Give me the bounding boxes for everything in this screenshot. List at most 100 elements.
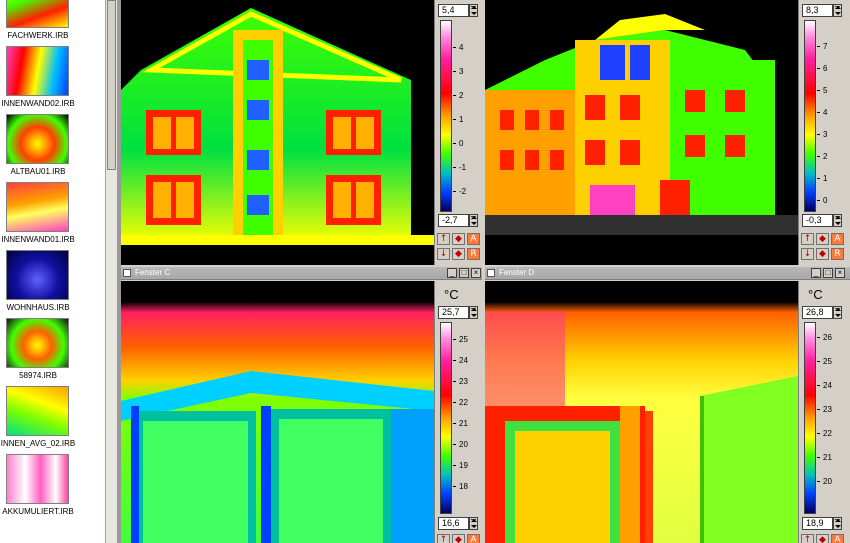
scale-max-spinner-b[interactable] <box>833 4 842 17</box>
swap-icon[interactable]: ◆ <box>452 534 465 543</box>
close-button[interactable]: × <box>835 268 845 278</box>
scale-min-spinner-b[interactable] <box>833 214 842 227</box>
window-d: Fenster D _ □ × °C 26,8 26 25 24 23 22 2… <box>485 267 850 543</box>
thumbnail-scrollbar[interactable] <box>105 0 117 543</box>
scale-tick: 22 <box>453 398 479 408</box>
maximize-button[interactable]: □ <box>459 268 469 278</box>
scale-tick: 22 <box>817 429 843 439</box>
color-scale-bar-d <box>804 322 816 514</box>
thumbnail-innenwand01[interactable]: INNENWAND01.IRB <box>0 182 105 250</box>
thumbnail-innen-avg-02[interactable]: INNEN_AVG_02.IRB <box>0 386 105 454</box>
scale-ticks-d: 26 25 24 23 22 21 20 <box>817 322 843 514</box>
scale-max-c[interactable]: 25,7 <box>438 306 469 319</box>
scale-tick: 25 <box>453 335 479 345</box>
auto-scale-button[interactable]: A <box>467 534 480 543</box>
arrow-down-icon[interactable]: ↓ <box>437 248 450 260</box>
auto-scale-button[interactable]: A <box>831 534 844 543</box>
scale-min-spinner-c[interactable] <box>469 517 478 530</box>
scale-min-d[interactable]: 18,9 <box>802 517 833 530</box>
scale-max-d[interactable]: 26,8 <box>802 306 833 319</box>
scale-tick: 3 <box>453 67 479 77</box>
arrow-up-icon[interactable]: ↑ <box>437 233 450 245</box>
scale-min-b[interactable]: -0,3 <box>802 214 833 227</box>
scale-min-a[interactable]: -2,7 <box>438 214 469 227</box>
swap-icon[interactable]: ◆ <box>452 248 465 260</box>
scale-tick: -2 <box>453 187 479 197</box>
window-a: 5,4 4 3 2 1 0 -1 -2 -2,7 ↑ ◆ A ↓ ◆ R <box>121 0 482 265</box>
scale-tick: 21 <box>817 453 843 463</box>
thumbnail-image <box>6 386 69 436</box>
scale-max-spinner-a[interactable] <box>469 4 478 17</box>
reset-scale-button[interactable]: R <box>831 248 844 260</box>
thumbnail-image <box>6 182 69 232</box>
scale-max-a[interactable]: 5,4 <box>438 4 469 17</box>
window-c-titlebar[interactable]: Fenster C _ □ × <box>121 267 482 280</box>
scale-tick: 23 <box>453 377 479 387</box>
thermography-app: FACHWERK.IRB INNENWAND02.IRB ALTBAU01.IR… <box>0 0 850 543</box>
scale-tick: 7 <box>817 42 843 52</box>
swap-icon[interactable]: ◆ <box>452 233 465 245</box>
window-c-title: Fenster C <box>135 268 171 277</box>
arrow-up-icon[interactable]: ↑ <box>801 233 814 245</box>
scale-toolbar-c: ↑ ◆ A <box>437 534 481 543</box>
scale-tick: 1 <box>453 115 479 125</box>
scale-min-spinner-a[interactable] <box>469 214 478 227</box>
window-icon <box>487 269 495 277</box>
window-d-titlebar[interactable]: Fenster D _ □ × <box>485 267 850 280</box>
color-scale-bar-c <box>440 322 452 514</box>
swap-icon[interactable]: ◆ <box>816 534 829 543</box>
scale-tick: 1 <box>817 174 843 184</box>
thumbnail-altbau01[interactable]: ALTBAU01.IRB <box>0 114 105 182</box>
close-button[interactable]: × <box>471 268 481 278</box>
unit-label-c: °C <box>444 287 459 302</box>
scale-tick: 20 <box>453 440 479 450</box>
swap-icon[interactable]: ◆ <box>816 248 829 260</box>
window-b: 8,3 7 6 5 4 3 2 1 0 -0,3 ↑ ◆ A ↓ ◆ R <box>485 0 850 265</box>
thumbnail-fachwerk[interactable]: FACHWERK.IRB <box>0 0 105 46</box>
thermal-image-c <box>121 281 434 543</box>
thumbnail-innenwand02[interactable]: INNENWAND02.IRB <box>0 46 105 114</box>
thumbnail-label: ALTBAU01.IRB <box>10 167 66 176</box>
scale-tick: 18 <box>453 482 479 492</box>
thermal-image-a <box>121 0 434 265</box>
thumbnail-image <box>6 46 69 96</box>
minimize-button[interactable]: _ <box>447 268 457 278</box>
thumbnail-label: FACHWERK.IRB <box>7 31 69 40</box>
thumbnail-label: WOHNHAUS.IRB <box>6 303 70 312</box>
thermal-building-b <box>485 0 798 265</box>
arrow-down-icon[interactable]: ↓ <box>801 248 814 260</box>
scale-max-spinner-d[interactable] <box>833 306 842 319</box>
scale-toolbar-b: ↑ ◆ A ↓ ◆ R <box>801 233 845 261</box>
arrow-up-icon[interactable]: ↑ <box>801 534 814 543</box>
thumbnail-image <box>6 318 69 368</box>
scale-tick: 24 <box>453 356 479 366</box>
scale-ticks-b: 7 6 5 4 3 2 1 0 <box>817 20 843 212</box>
scale-max-spinner-c[interactable] <box>469 306 478 319</box>
scale-tick: 19 <box>453 461 479 471</box>
thumbnail-label: INNENWAND02.IRB <box>1 99 75 108</box>
unit-label-d: °C <box>808 287 823 302</box>
maximize-button[interactable]: □ <box>823 268 833 278</box>
auto-scale-button[interactable]: A <box>467 233 480 245</box>
scale-ticks-c: 25 24 23 22 21 20 19 18 <box>453 322 479 514</box>
thumbnail-wohnhaus[interactable]: WOHNHAUS.IRB <box>0 250 105 318</box>
minimize-button[interactable]: _ <box>811 268 821 278</box>
scale-max-b[interactable]: 8,3 <box>802 4 833 17</box>
swap-icon[interactable]: ◆ <box>816 233 829 245</box>
thumbnail-akkumuliert[interactable]: AKKUMULIERT.IRB <box>0 454 105 522</box>
thumbnail-58974[interactable]: 58974.IRB <box>0 318 105 386</box>
scrollbar-thumb[interactable] <box>107 0 116 170</box>
scale-min-spinner-d[interactable] <box>833 517 842 530</box>
window-d-title: Fenster D <box>499 268 535 277</box>
scale-tick: 24 <box>817 381 843 391</box>
auto-scale-button[interactable]: A <box>831 233 844 245</box>
scale-min-c[interactable]: 16,6 <box>438 517 469 530</box>
scale-tick: 2 <box>453 91 479 101</box>
arrow-up-icon[interactable]: ↑ <box>437 534 450 543</box>
scale-toolbar-d: ↑ ◆ A <box>801 534 845 543</box>
scale-tick: 2 <box>817 152 843 162</box>
thermal-interior-d <box>485 281 798 543</box>
reset-scale-button[interactable]: R <box>467 248 480 260</box>
scale-tick: 6 <box>817 64 843 74</box>
scale-tick: 0 <box>817 196 843 206</box>
